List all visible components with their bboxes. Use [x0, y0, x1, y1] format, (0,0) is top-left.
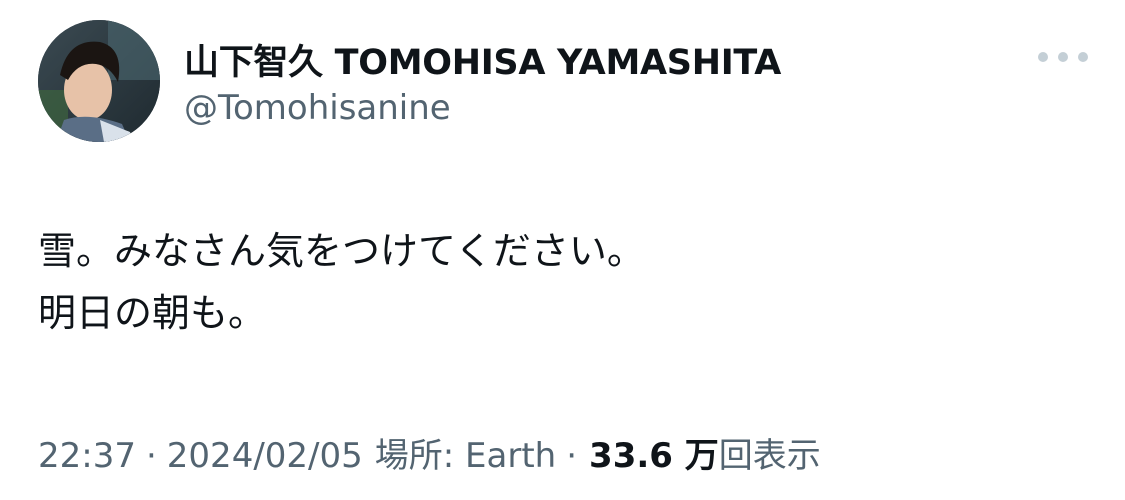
- views-label: 回表示: [718, 436, 821, 476]
- location: 場所: Earth: [374, 436, 557, 476]
- ellipsis-icon: [1078, 52, 1088, 62]
- tweet-text: 雪。みなさん気をつけてください。 明日の朝も。: [38, 220, 645, 344]
- separator: ·: [566, 436, 578, 476]
- timestamp-time[interactable]: 22:37: [38, 436, 136, 476]
- tweet-line: 雪。みなさん気をつけてください。: [38, 229, 645, 273]
- ellipsis-icon: [1038, 52, 1048, 62]
- tweet-card: 山下智久 TOMOHISA YAMASHITA @Tomohisanine 雪。…: [0, 0, 1125, 500]
- more-options-button[interactable]: [1038, 42, 1088, 72]
- timestamp-date[interactable]: 2024/02/05: [167, 436, 363, 476]
- profile-photo-icon: [38, 20, 160, 142]
- tweet-meta: 22:37 · 2024/02/05 場所: Earth · 33.6 万 回表…: [38, 428, 821, 477]
- avatar[interactable]: [38, 20, 160, 142]
- handle[interactable]: @Tomohisanine: [184, 88, 451, 128]
- separator: ·: [145, 436, 157, 476]
- display-name[interactable]: 山下智久 TOMOHISA YAMASHITA: [184, 34, 781, 85]
- tweet-line: 明日の朝も。: [38, 291, 267, 335]
- views-count: 33.6 万: [589, 436, 719, 476]
- ellipsis-icon: [1058, 52, 1068, 62]
